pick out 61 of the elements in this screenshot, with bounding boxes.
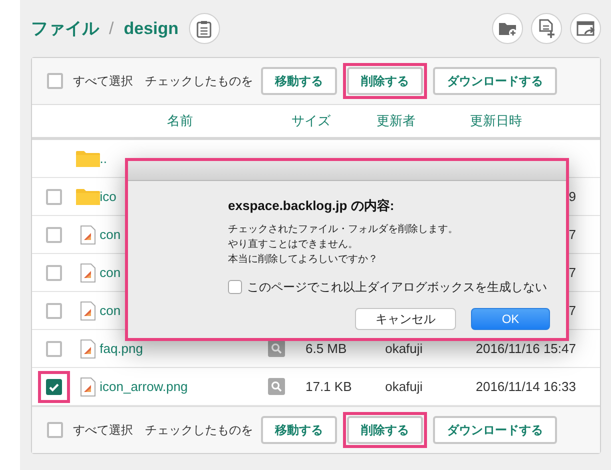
table-cell: 17.1 KB [305,378,352,394]
column-header[interactable]: 名前 [167,113,193,128]
toolbar-prompt: チェックしたものを [145,422,253,439]
table-cell: 6.5 MB [305,340,347,356]
action-button[interactable]: 削除する [347,416,423,444]
table-cell: okafuji [385,340,423,356]
action-button[interactable]: ダウンロードする [433,67,557,95]
table-cell: 2016/11/16 15:47 [476,340,576,356]
column-header[interactable]: 更新日時 [470,113,522,128]
breadcrumb-separator: / [109,18,114,40]
file-name-link[interactable]: faq.png [100,340,143,356]
action-button[interactable]: 移動する [261,416,337,444]
file-name-link[interactable]: icon_arrow.png [100,378,188,394]
file-name-link[interactable]: con [100,264,121,280]
checkbox[interactable] [46,378,62,394]
image-file-icon [80,376,96,396]
action-button[interactable]: ダウンロードする [433,416,557,444]
table-cell: 7 [568,302,576,318]
folder-plus-icon[interactable] [492,13,523,44]
table-cell: 2016/11/14 16:33 [476,378,576,394]
folder-icon [76,150,100,168]
folder-icon [76,188,100,206]
image-file-icon [80,224,96,244]
cancel-button[interactable]: キャンセル [355,308,456,330]
checkbox[interactable] [47,73,63,89]
action-button[interactable]: 移動する [261,67,337,95]
checkbox-label: このページでこれ以上ダイアログボックスを生成しない [247,278,547,296]
file-name-link[interactable]: con [100,226,121,242]
action-button[interactable]: 削除する [347,67,423,95]
table-cell: okafuji [385,378,423,394]
window-share-icon[interactable] [570,13,601,44]
checkbox[interactable] [46,340,62,356]
select-all-label: すべて選択 [73,422,133,439]
parent-folder-link[interactable]: .. [100,150,107,166]
file-name-link[interactable]: con [100,302,121,318]
table-cell: 9 [568,188,576,204]
checkbox[interactable] [47,422,63,438]
toolbar-prompt: チェックしたものを [145,73,253,90]
search-icon[interactable] [268,340,285,357]
column-header[interactable]: 更新者 [376,113,416,128]
file-name-link[interactable]: ico [100,188,116,204]
checkbox[interactable] [46,226,62,242]
checkbox[interactable] [228,280,242,294]
dialog-message: チェックされたファイル・フォルダを削除します。 やり直すことはできません。 本当に削除してよろしいですか？ [228,222,459,266]
image-file-icon [80,300,96,320]
table-cell: 7 [568,264,576,280]
image-file-icon [80,338,96,358]
image-file-icon [80,262,96,282]
checkbox[interactable] [46,264,62,280]
document-plus-icon[interactable] [531,13,562,44]
ok-button[interactable]: OK [471,308,550,330]
clipboard-icon[interactable] [188,13,220,44]
column-header[interactable]: サイズ [292,113,330,128]
breadcrumb-link[interactable]: design [124,16,179,42]
table-cell: 7 [568,226,576,242]
search-icon[interactable] [268,378,285,395]
select-all-label: すべて選択 [73,73,133,90]
dialog-title: exspace.backlog.jp の内容: [228,197,396,215]
checkbox[interactable] [46,302,62,318]
breadcrumb-link[interactable]: ファイル [31,16,99,42]
checkbox[interactable] [46,188,62,204]
